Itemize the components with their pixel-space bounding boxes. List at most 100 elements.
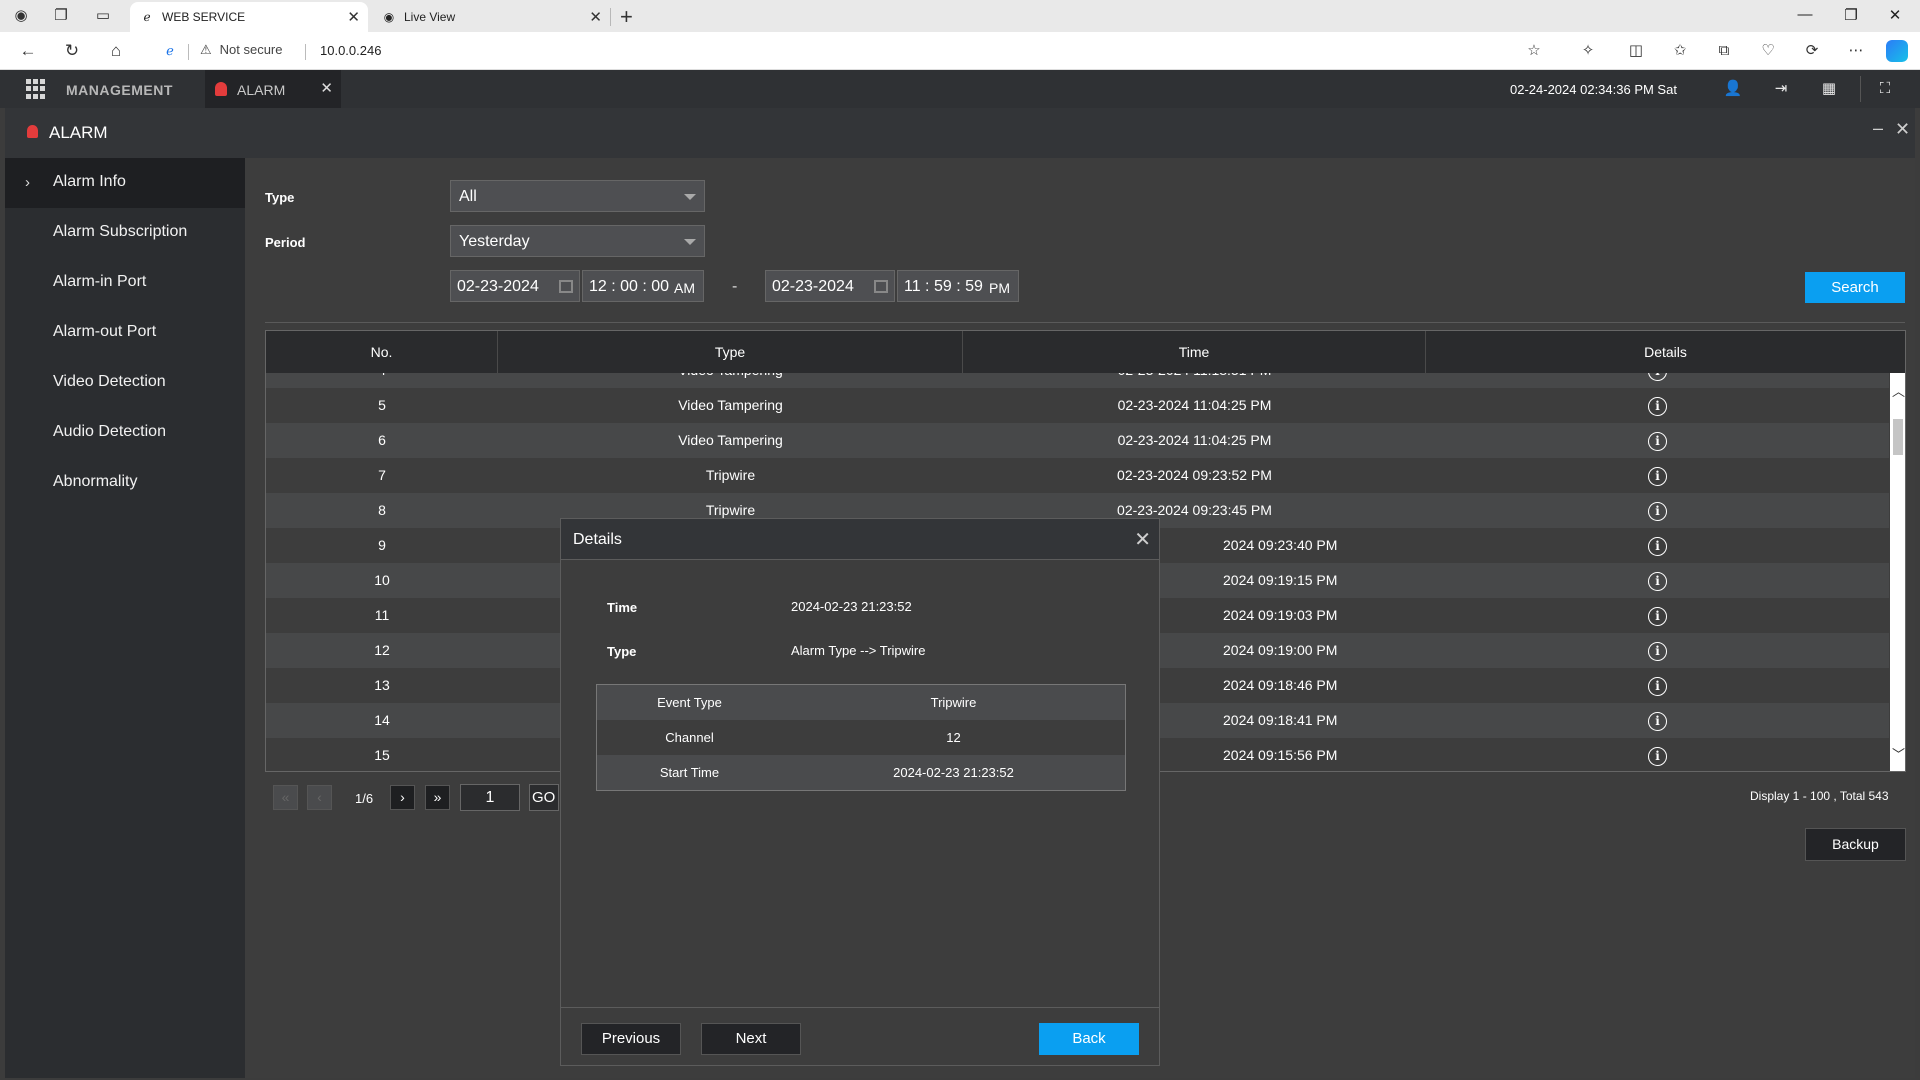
sidebar-item-label: Alarm-out Port — [53, 323, 157, 340]
info-icon[interactable]: i — [1648, 676, 1667, 696]
favorite-star-icon[interactable]: ☆ — [1522, 41, 1546, 61]
browser-tab-web-service[interactable]: ℯ WEB SERVICE ✕ — [130, 2, 368, 32]
scrollbar-thumb[interactable] — [1893, 419, 1903, 455]
info-icon[interactable]: i — [1648, 641, 1667, 661]
app-tab-label: ALARM — [237, 82, 286, 98]
calendar-icon[interactable] — [874, 280, 888, 293]
back-arrow-icon[interactable]: ← — [16, 41, 40, 61]
browser-tab-live-view[interactable]: ◉ Live View ✕ — [372, 2, 610, 32]
first-page-button[interactable]: « — [273, 785, 298, 810]
info-icon[interactable]: i — [1648, 746, 1667, 766]
scroll-down-icon[interactable]: ﹀ — [1892, 744, 1905, 763]
info-icon[interactable]: i — [1648, 536, 1667, 556]
workspaces-icon[interactable]: ❐ — [50, 6, 72, 26]
backup-button[interactable]: Backup — [1805, 828, 1906, 861]
sidebar-item-video-detection[interactable]: Video Detection — [5, 358, 245, 408]
previous-page-button[interactable]: ‹ — [307, 785, 332, 810]
copilot-icon[interactable] — [1886, 40, 1908, 62]
favorites-icon[interactable]: ✩ — [1668, 41, 1692, 61]
sidebar-item-alarm-subscription[interactable]: Alarm Subscription — [5, 208, 245, 258]
minimize-icon[interactable]: — — [1790, 6, 1820, 23]
go-button[interactable]: GO — [529, 784, 559, 811]
main-menu-grid-icon[interactable] — [26, 79, 46, 99]
info-icon[interactable]: i — [1648, 711, 1667, 731]
cell-no: 9 — [378, 537, 386, 553]
extensions-icon[interactable]: ✧ — [1576, 41, 1600, 61]
page-number-input[interactable]: 1 — [460, 784, 520, 811]
close-dialog-icon[interactable]: ✕ — [1134, 527, 1151, 552]
user-icon[interactable]: 👤 — [1722, 79, 1744, 99]
new-tab-icon[interactable]: + — [620, 4, 633, 30]
info-icon[interactable]: i — [1648, 571, 1667, 591]
back-button[interactable]: Back — [1039, 1023, 1139, 1055]
cell-type: Video Tampering — [498, 373, 963, 388]
site-security-info[interactable]: ⚠ Not secure — [200, 42, 283, 62]
info-icon[interactable]: i — [1648, 431, 1667, 451]
start-time-input[interactable]: 12 : 00 : 00 AM — [582, 270, 704, 302]
total-count-text: Display 1 - 100 , Total 543 — [1750, 789, 1889, 803]
info-icon[interactable]: i — [1648, 466, 1667, 486]
end-time-input[interactable]: 11 : 59 : 59 PM — [897, 270, 1019, 302]
table-row[interactable]: 4 Video Tampering 02-23-2024 11:18:51 PM… — [266, 373, 1889, 388]
table-header: No. Type Time Details — [266, 331, 1905, 373]
search-button[interactable]: Search — [1805, 272, 1905, 303]
scroll-up-icon[interactable]: ︿ — [1892, 381, 1905, 400]
not-secure-label: Not secure — [219, 42, 283, 57]
info-icon[interactable]: i — [1648, 501, 1667, 521]
close-app-tab-icon[interactable]: ✕ — [320, 79, 333, 97]
info-icon[interactable]: i — [1648, 606, 1667, 626]
sidebar-item-audio-detection[interactable]: Audio Detection — [5, 408, 245, 458]
next-page-button[interactable]: › — [390, 785, 415, 810]
start-date-input[interactable]: 02-23-2024 — [450, 270, 580, 302]
url-text[interactable]: 10.0.0.246 — [320, 43, 381, 58]
previous-button[interactable]: Previous — [581, 1023, 681, 1055]
details-cell: i — [1426, 598, 1889, 633]
next-button[interactable]: Next — [701, 1023, 801, 1055]
table-row[interactable]: 6 Video Tampering 02-23-2024 11:04:25 PM… — [266, 423, 1889, 458]
table-scrollbar[interactable]: ︿ ﹀ — [1890, 373, 1905, 771]
sidebar-item-abnormality[interactable]: Abnormality — [5, 458, 245, 508]
end-ampm[interactable]: PM — [989, 280, 1010, 296]
info-icon[interactable]: i — [1648, 396, 1667, 416]
type-select[interactable]: All — [450, 180, 705, 212]
qr-code-icon[interactable]: ▦ — [1818, 79, 1840, 99]
address-bar: ← ↻ ⌂ ℯ ⚠ Not secure 10.0.0.246 ☆ ✧ ◫ ✩ … — [0, 32, 1920, 70]
sidebar-item-alarm-out-port[interactable]: Alarm-out Port — [5, 308, 245, 358]
browser-essentials-icon[interactable]: ♡ — [1756, 41, 1780, 61]
logout-icon[interactable]: ⇥ — [1770, 79, 1792, 99]
more-options-icon[interactable]: ⋯ — [1844, 41, 1868, 61]
app-tab-alarm[interactable]: ALARM ✕ — [205, 70, 341, 108]
close-window-icon[interactable]: ✕ — [1880, 6, 1910, 24]
divider — [1860, 76, 1861, 102]
sidebar-item-alarm-info[interactable]: › Alarm Info — [5, 158, 245, 208]
table-row[interactable]: 7 Tripwire 02-23-2024 09:23:52 PM i — [266, 458, 1889, 493]
vertical-tabs-icon[interactable]: ▭ — [92, 6, 114, 26]
end-date-input[interactable]: 02-23-2024 — [765, 270, 895, 302]
minimize-panel-icon[interactable]: – — [1873, 118, 1883, 139]
home-icon[interactable]: ⌂ — [104, 41, 128, 61]
period-select[interactable]: Yesterday — [450, 225, 705, 257]
detail-value: 12 — [946, 730, 961, 745]
start-ampm[interactable]: AM — [674, 280, 695, 296]
profile-avatar-icon[interactable]: ◉ — [10, 6, 32, 26]
refresh-icon[interactable]: ↻ — [60, 41, 84, 61]
sidebar-item-alarm-in-port[interactable]: Alarm-in Port — [5, 258, 245, 308]
ie-mode-icon[interactable]: ℯ — [158, 41, 182, 61]
fullscreen-icon[interactable]: ⛶ — [1874, 79, 1896, 99]
restore-icon[interactable]: ❐ — [1836, 6, 1866, 24]
info-icon[interactable]: i — [1648, 373, 1667, 381]
management-label[interactable]: MANAGEMENT — [66, 82, 173, 98]
close-tab-icon[interactable]: ✕ — [347, 8, 360, 26]
date-range-separator: - — [732, 278, 738, 295]
last-page-button[interactable]: » — [425, 785, 450, 810]
split-screen-icon[interactable]: ◫ — [1624, 41, 1648, 61]
performance-icon[interactable]: ⟳ — [1800, 41, 1824, 61]
calendar-icon[interactable] — [559, 280, 573, 293]
divider — [188, 44, 189, 60]
column-header-details: Details — [1644, 344, 1687, 360]
table-row[interactable]: 5 Video Tampering 02-23-2024 11:04:25 PM… — [266, 388, 1889, 423]
collections-icon[interactable]: ⧉ — [1712, 41, 1736, 61]
close-panel-icon[interactable]: ✕ — [1895, 119, 1910, 140]
end-date-value: 02-23-2024 — [772, 278, 854, 295]
close-tab-icon[interactable]: ✕ — [589, 8, 602, 26]
